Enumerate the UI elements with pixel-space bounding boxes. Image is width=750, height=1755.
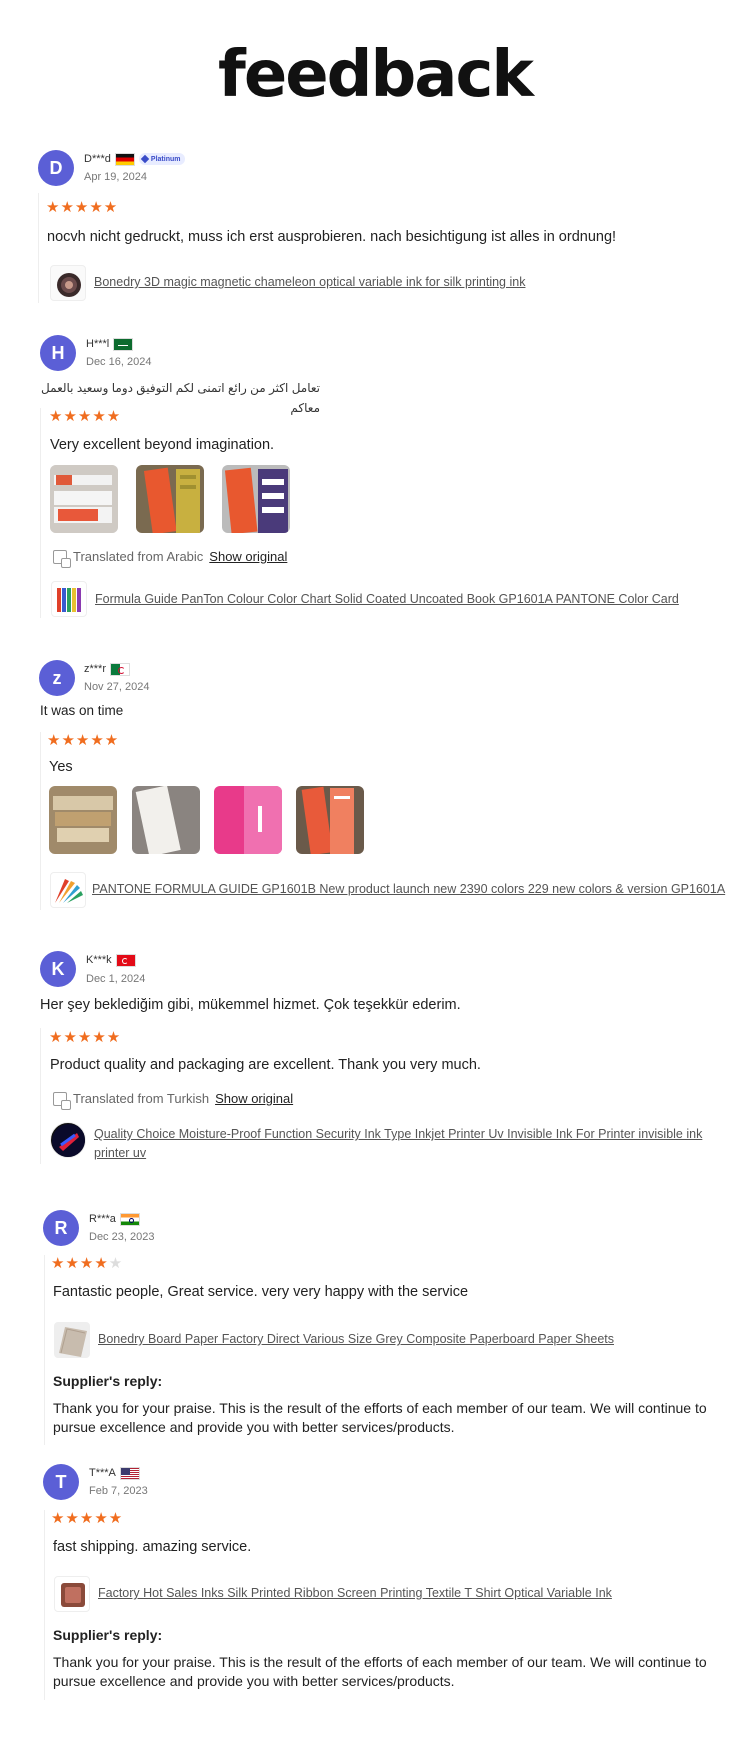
avatar: T (43, 1464, 79, 1500)
review-photo[interactable] (136, 465, 204, 533)
saudi-arabia-flag-icon (113, 337, 134, 351)
rating-stars: ★★★★★ (47, 732, 120, 749)
review-divider (38, 193, 39, 303)
supplier-reply-text: Thank you for your praise. This is the r… (53, 1654, 707, 1689)
product-thumbnail[interactable] (51, 581, 87, 617)
translate-icon (53, 549, 71, 568)
supplier-reply-text: Thank you for your praise. This is the r… (53, 1400, 707, 1435)
reviewer-name: R***a (89, 1213, 116, 1225)
review-photo[interactable] (214, 786, 282, 854)
review-date: Feb 7, 2023 (89, 1485, 148, 1497)
product-link[interactable]: PANTONE FORMULA GUIDE GP1601B New produc… (92, 880, 725, 899)
supplier-reply-title: Supplier's reply: (53, 1373, 163, 1389)
reviewer-info: z***r (84, 661, 131, 677)
review-comment: Her şey beklediğim gibi, mükemmel hizmet… (40, 997, 461, 1013)
product-thumbnail[interactable] (54, 1576, 90, 1612)
product-link[interactable]: Bonedry Board Paper Factory Direct Vario… (98, 1330, 614, 1349)
review-photo[interactable] (50, 465, 118, 533)
page-title: feedback (218, 38, 534, 112)
review-text: nocvh nicht gedruckt, muss ich erst ausp… (47, 229, 617, 245)
review-date: Dec 1, 2024 (86, 973, 146, 985)
review-divider (40, 408, 41, 618)
germany-flag-icon (114, 152, 135, 166)
show-original-link[interactable]: Show original (209, 549, 287, 564)
turkey-flag-icon (115, 953, 136, 967)
avatar: z (39, 660, 75, 696)
review-divider (44, 1255, 45, 1445)
translation-note: Translated from Arabic Show original (53, 549, 287, 568)
review-date: Dec 23, 2023 (89, 1231, 155, 1243)
reviewer-name: H***l (86, 338, 110, 350)
avatar: H (40, 335, 76, 371)
avatar: D (38, 150, 74, 186)
translate-icon (53, 1091, 71, 1110)
review-comment: It was on time (40, 703, 124, 718)
rating-stars: ★★★★★ (51, 1510, 124, 1527)
review-photo[interactable] (296, 786, 364, 854)
product-thumbnail[interactable] (50, 265, 86, 301)
product-thumbnail[interactable] (50, 1122, 86, 1158)
rating-stars: ★★★★★ (51, 1255, 124, 1272)
review-photo[interactable] (49, 786, 117, 854)
review-text: Fantastic people, Great service. very ve… (53, 1284, 469, 1300)
reviewer-name: T***A (89, 1467, 116, 1479)
platinum-badge: Platinum (138, 153, 186, 165)
rating-stars: ★★★★★ (49, 408, 122, 425)
review-text: Product quality and packaging are excell… (50, 1057, 481, 1073)
review-text: Yes (49, 759, 73, 775)
product-link[interactable]: Factory Hot Sales Inks Silk Printed Ribb… (98, 1584, 612, 1603)
review-photo[interactable] (132, 786, 200, 854)
product-thumbnail[interactable] (50, 872, 86, 908)
avatar: K (40, 951, 76, 987)
review-text: Very excellent beyond imagination. (50, 437, 275, 453)
avatar: R (43, 1210, 79, 1246)
review-divider (40, 1028, 41, 1164)
product-link[interactable]: Formula Guide PanTon Colour Color Chart … (95, 590, 679, 609)
review-date: Apr 19, 2024 (84, 171, 147, 183)
supplier-reply-title: Supplier's reply: (53, 1627, 163, 1643)
review-divider (44, 1510, 45, 1700)
review-date: Nov 27, 2024 (84, 681, 150, 693)
reviewer-info: H***l (86, 336, 134, 352)
diamond-icon (140, 154, 150, 164)
review-date: Dec 16, 2024 (86, 356, 152, 368)
show-original-link[interactable]: Show original (215, 1091, 293, 1106)
review-divider (40, 732, 41, 910)
reviewer-info: K***k (86, 952, 136, 968)
algeria-flag-icon (110, 662, 131, 676)
product-link[interactable]: Bonedry 3D magic magnetic chameleon opti… (94, 273, 525, 292)
review-text: fast shipping. amazing service. (53, 1539, 252, 1555)
review-photo[interactable] (222, 465, 290, 533)
reviewer-name: D***d (84, 153, 111, 165)
rating-stars: ★★★★★ (46, 199, 119, 216)
translated-from-text: Translated from Turkish (73, 1091, 210, 1106)
product-thumbnail[interactable] (54, 1322, 90, 1358)
product-link[interactable]: Quality Choice Moisture-Proof Function S… (94, 1125, 734, 1163)
reviewer-info: D***d Platinum (84, 151, 186, 167)
usa-flag-icon (119, 1466, 140, 1480)
india-flag-icon (119, 1212, 140, 1226)
reviewer-name: z***r (84, 663, 107, 675)
reviewer-name: K***k (86, 954, 112, 966)
translation-note: Translated from Turkish Show original (53, 1091, 293, 1110)
reviewer-info: R***a (89, 1211, 140, 1227)
rating-stars: ★★★★★ (49, 1029, 122, 1046)
reviewer-info: T***A (89, 1465, 140, 1481)
translated-from-text: Translated from Arabic (73, 549, 204, 564)
